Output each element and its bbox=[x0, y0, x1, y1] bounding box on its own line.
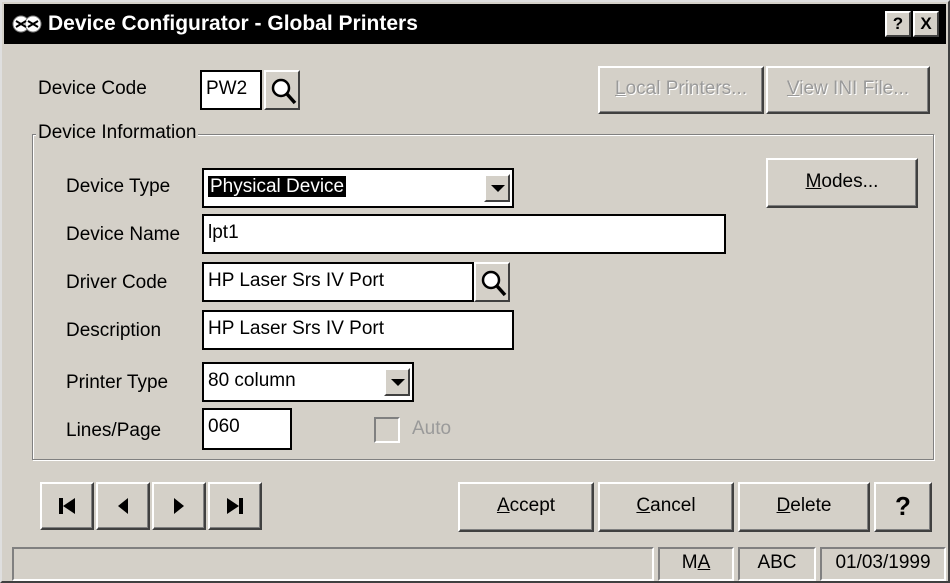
description-field[interactable]: HP Laser Srs IV Port bbox=[202, 310, 514, 350]
last-record-button[interactable] bbox=[208, 482, 262, 530]
driver-code-value: HP Laser Srs IV Port bbox=[208, 270, 384, 291]
cancel-button[interactable]: Cancel bbox=[598, 482, 734, 532]
driver-code-lookup-button[interactable] bbox=[474, 262, 510, 302]
printer-type-label: Printer Type bbox=[66, 372, 169, 393]
device-code-label: Device Code bbox=[38, 78, 147, 99]
description-value: HP Laser Srs IV Port bbox=[208, 318, 384, 339]
previous-record-button[interactable] bbox=[96, 482, 150, 530]
device-name-field[interactable]: lpt1 bbox=[202, 214, 726, 254]
device-configurator-window: Device Configurator - Global Printers ? … bbox=[0, 0, 950, 583]
device-code-value: PW2 bbox=[206, 78, 248, 99]
lines-page-label: Lines/Page bbox=[66, 420, 162, 441]
previous-record-icon bbox=[118, 498, 128, 514]
magnifier-icon bbox=[481, 270, 507, 297]
lines-page-value: 060 bbox=[208, 416, 240, 437]
help-button[interactable]: ? bbox=[874, 482, 932, 532]
chevron-down-icon[interactable] bbox=[484, 174, 510, 202]
device-type-select[interactable]: Physical Device bbox=[202, 168, 514, 208]
auto-label: Auto bbox=[412, 418, 452, 439]
driver-code-label: Driver Code bbox=[66, 272, 168, 293]
device-name-label: Device Name bbox=[66, 224, 181, 245]
next-record-icon bbox=[174, 498, 184, 514]
help-titlebar-button[interactable]: ? bbox=[885, 11, 911, 37]
printer-type-value: 80 column bbox=[208, 370, 296, 391]
delete-button[interactable]: Delete bbox=[738, 482, 870, 532]
description-label: Description bbox=[66, 320, 162, 341]
close-button[interactable]: X bbox=[913, 11, 939, 37]
magnifier-icon bbox=[271, 78, 297, 105]
status-message-pane bbox=[12, 547, 654, 581]
device-information-title: Device Information bbox=[36, 122, 199, 144]
first-record-button[interactable] bbox=[40, 482, 94, 530]
lines-page-field[interactable]: 060 bbox=[202, 408, 292, 450]
view-ini-file-button[interactable]: View INI File... bbox=[766, 66, 930, 114]
last-record-icon bbox=[227, 498, 243, 514]
printer-type-select[interactable]: 80 column bbox=[202, 362, 414, 402]
window-title: Device Configurator - Global Printers bbox=[48, 12, 418, 35]
accept-button[interactable]: Accept bbox=[458, 482, 594, 532]
device-type-label: Device Type bbox=[66, 176, 171, 197]
auto-checkbox[interactable] bbox=[374, 417, 400, 443]
driver-code-field[interactable]: HP Laser Srs IV Port bbox=[202, 262, 474, 302]
chevron-down-icon[interactable] bbox=[384, 368, 410, 396]
device-type-value: Physical Device bbox=[208, 176, 347, 197]
device-code-field[interactable]: PW2 bbox=[200, 70, 262, 110]
status-bar: MA ABC 01/03/1999 bbox=[4, 545, 946, 581]
device-code-lookup-button[interactable] bbox=[264, 70, 300, 110]
modes-button[interactable]: Modes... bbox=[766, 158, 918, 208]
app-icon[interactable] bbox=[12, 11, 42, 37]
device-name-value: lpt1 bbox=[208, 222, 239, 243]
first-record-icon bbox=[59, 498, 75, 514]
status-date-pane: 01/03/1999 bbox=[820, 547, 946, 581]
next-record-button[interactable] bbox=[152, 482, 206, 530]
status-abc-pane: ABC bbox=[738, 547, 816, 581]
title-bar[interactable]: Device Configurator - Global Printers ? … bbox=[4, 4, 946, 44]
status-mode-pane: MA bbox=[658, 547, 734, 581]
local-printers-button[interactable]: Local Printers... bbox=[598, 66, 764, 114]
